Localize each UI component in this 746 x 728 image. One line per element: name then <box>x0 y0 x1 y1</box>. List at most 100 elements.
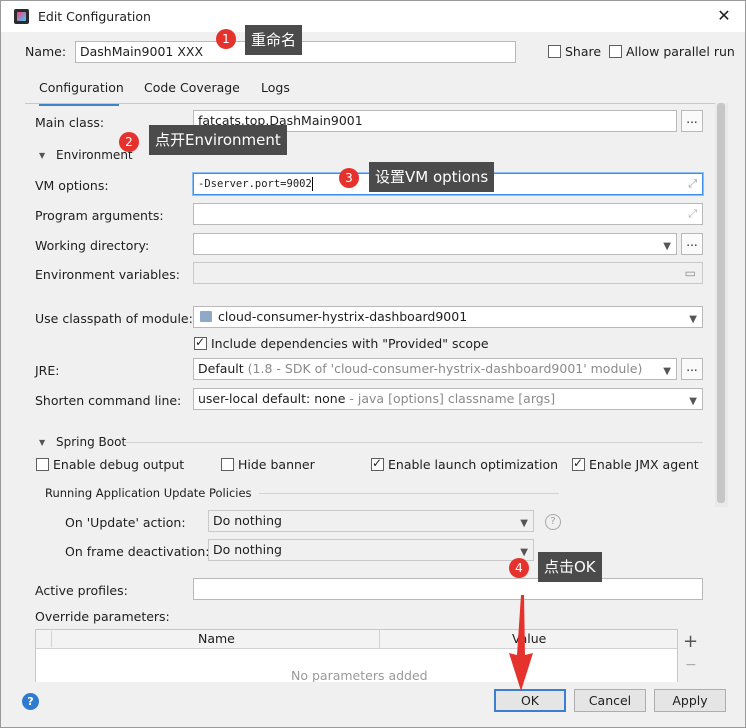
on-frame-deactivation-label: On frame deactivation: <box>65 544 210 559</box>
edit-configuration-dialog: Edit Configuration ✕ Name: DashMain9001 … <box>0 0 746 728</box>
shorten-command-line-label: Shorten command line: <box>35 393 182 408</box>
active-profiles-label: Active profiles: <box>35 583 128 598</box>
tab-configuration-label: Configuration <box>39 80 124 95</box>
working-directory-label: Working directory: <box>35 238 150 253</box>
include-provided-checkbox[interactable] <box>194 335 207 350</box>
tabs-divider <box>25 103 715 104</box>
enable-debug-output-checkbox[interactable] <box>36 458 49 471</box>
jre-hint: (1.8 - SDK of 'cloud-consumer-hystrix-da… <box>247 361 643 376</box>
title-bar[interactable]: Edit Configuration ✕ <box>1 1 745 32</box>
jre-browse-button[interactable]: ... <box>681 358 703 380</box>
chevron-down-icon[interactable]: ▼ <box>663 362 671 379</box>
environment-collapse-icon[interactable]: ▼ <box>39 151 45 160</box>
on-update-value: Do nothing <box>213 513 282 528</box>
apply-button[interactable]: Apply <box>654 689 726 712</box>
close-icon[interactable]: ✕ <box>713 6 735 26</box>
table-empty-text: No parameters added <box>291 668 428 683</box>
enable-jmx-agent-checkbox[interactable] <box>572 456 585 471</box>
program-arguments-field[interactable]: ⤢ <box>193 203 703 225</box>
table-column-divider <box>379 630 380 648</box>
annotation-badge-3: 3 <box>339 168 359 188</box>
expand-icon[interactable]: ⤢ <box>688 204 697 224</box>
tab-logs-label: Logs <box>261 80 290 95</box>
tab-logs[interactable]: Logs <box>261 79 290 103</box>
classpath-module-select[interactable]: cloud-consumer-hystrix-dashboard9001 ▼ <box>193 306 703 328</box>
shorten-hint: - java [options] classname [args] <box>349 391 556 406</box>
annotation-callout-2: 点开Environment <box>149 125 287 155</box>
help-icon[interactable]: ? <box>545 514 561 530</box>
chevron-down-icon[interactable]: ▼ <box>689 310 697 327</box>
module-folder-icon <box>200 311 212 322</box>
table-header-name[interactable]: Name <box>198 631 235 646</box>
enable-launch-optimization-checkbox[interactable] <box>371 456 384 471</box>
on-update-select[interactable]: Do nothing ▼ <box>208 510 534 532</box>
hide-banner-label: Hide banner <box>238 457 315 472</box>
annotation-badge-4: 4 <box>509 558 529 578</box>
program-arguments-label: Program arguments: <box>35 208 164 223</box>
tab-code-coverage-label: Code Coverage <box>144 80 240 95</box>
override-parameters-label: Override parameters: <box>35 609 170 624</box>
shorten-value: user-local default: none <box>198 391 346 406</box>
shorten-command-line-select[interactable]: user-local default: none - java [options… <box>193 388 703 410</box>
chevron-down-icon[interactable]: ▼ <box>663 237 671 254</box>
update-policies-header: Running Application Update Policies <box>45 486 252 500</box>
help-icon[interactable]: ? <box>22 693 39 710</box>
on-update-label: On 'Update' action: <box>65 515 186 530</box>
name-field-value: DashMain9001 XXX <box>80 44 204 59</box>
enable-launch-optimization-label: Enable launch optimization <box>388 457 559 472</box>
vm-options-value: -Dserver.port=9002 <box>198 178 312 190</box>
share-checkbox[interactable] <box>548 45 561 58</box>
intellij-app-icon <box>14 9 29 24</box>
share-label: Share <box>565 44 602 59</box>
vm-options-label: VM options: <box>35 178 109 193</box>
main-class-label: Main class: <box>35 115 105 130</box>
cancel-button[interactable]: Cancel <box>574 689 646 712</box>
classpath-module-value: cloud-consumer-hystrix-dashboard9001 <box>218 309 468 324</box>
environment-header[interactable]: Environment <box>56 148 133 162</box>
working-directory-browse-button[interactable]: ... <box>681 233 703 255</box>
table-header: Name Value <box>36 630 677 649</box>
include-provided-label: Include dependencies with "Provided" sco… <box>211 336 489 351</box>
spring-boot-header[interactable]: Spring Boot <box>56 435 126 449</box>
annotation-callout-1: 重命名 <box>245 25 303 55</box>
add-parameter-icon[interactable]: + <box>683 631 698 652</box>
remove-parameter-icon[interactable]: − <box>685 657 697 673</box>
table-header-checkbox-cell <box>36 631 52 647</box>
environment-variables-label: Environment variables: <box>35 267 180 282</box>
active-profiles-field[interactable] <box>193 578 703 600</box>
environment-variables-field[interactable]: ▭ <box>193 262 703 284</box>
text-caret <box>311 177 313 191</box>
working-directory-field[interactable]: ▼ <box>193 233 677 255</box>
scrollbar-thumb[interactable] <box>717 103 725 503</box>
allow-parallel-run-label: Allow parallel run <box>626 44 735 59</box>
main-class-browse-button[interactable]: ... <box>681 110 703 132</box>
annotation-badge-1: 1 <box>216 29 236 49</box>
override-parameters-table[interactable]: Name Value No parameters added <box>35 629 678 683</box>
on-frame-deactivation-select[interactable]: Do nothing ▼ <box>208 539 534 561</box>
jre-select[interactable]: Default (1.8 - SDK of 'cloud-consumer-hy… <box>193 358 677 380</box>
classpath-label: Use classpath of module: <box>35 311 193 326</box>
on-frame-deactivation-value: Do nothing <box>213 542 282 557</box>
chevron-down-icon[interactable]: ▼ <box>689 392 697 409</box>
name-label: Name: <box>25 44 67 59</box>
jre-value: Default <box>198 361 244 376</box>
folder-icon[interactable]: ▭ <box>685 263 696 283</box>
spring-boot-collapse-icon[interactable]: ▼ <box>39 438 45 447</box>
allow-parallel-run-checkbox[interactable] <box>609 45 622 58</box>
spring-boot-divider <box>125 442 703 443</box>
annotation-badge-2: 2 <box>119 132 139 152</box>
chevron-down-icon[interactable]: ▼ <box>520 514 528 531</box>
tab-code-coverage[interactable]: Code Coverage <box>144 79 240 103</box>
vertical-scrollbar[interactable] <box>715 103 728 507</box>
jre-label: JRE: <box>35 363 60 378</box>
annotation-arrow <box>509 595 533 691</box>
window-title: Edit Configuration <box>38 9 151 24</box>
annotation-callout-4: 点击OK <box>538 552 602 582</box>
policies-divider <box>259 493 559 494</box>
enable-debug-output-label: Enable debug output <box>53 457 185 472</box>
enable-jmx-agent-label: Enable JMX agent <box>589 457 699 472</box>
hide-banner-checkbox[interactable] <box>221 458 234 471</box>
expand-icon[interactable]: ⤢ <box>688 174 697 194</box>
tab-configuration[interactable]: Configuration <box>39 79 124 106</box>
annotation-callout-3: 设置VM options <box>369 162 495 192</box>
